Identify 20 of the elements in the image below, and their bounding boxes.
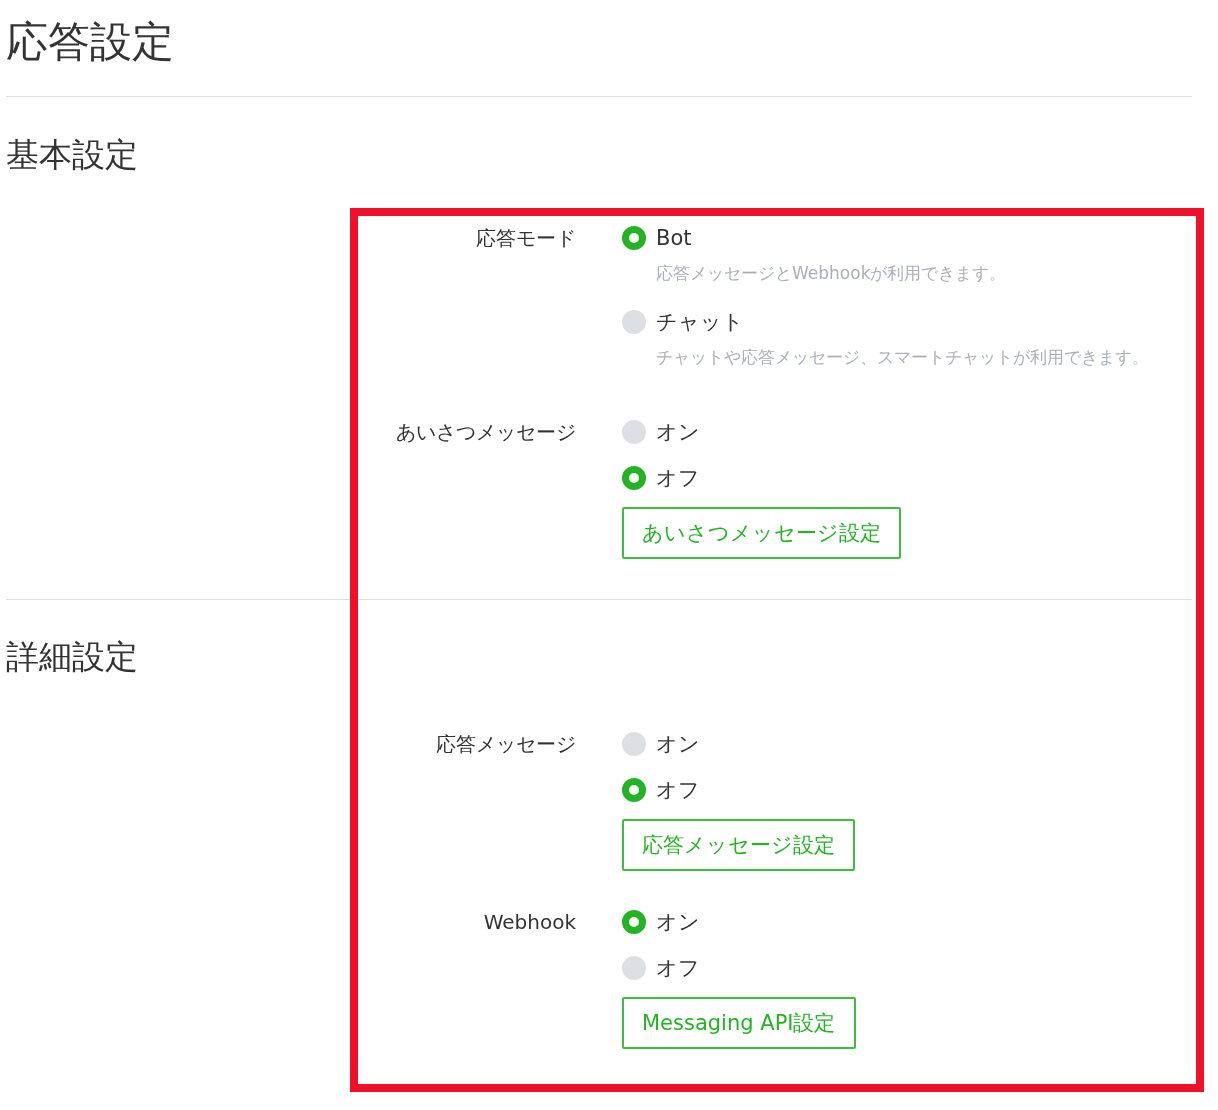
section-heading: 基本設定 <box>6 134 139 176</box>
page-title: 応答設定 <box>6 0 1192 97</box>
settings-button[interactable]: あいさつメッセージ設定 <box>622 507 901 559</box>
option-label: チャット <box>656 309 744 336</box>
settings-button[interactable]: 応答メッセージ設定 <box>622 819 855 871</box>
setting-label: 応答モード <box>476 226 576 250</box>
option-label: オン <box>656 909 700 936</box>
setting-label: Webhook <box>483 910 576 934</box>
option-label: オン <box>656 419 700 446</box>
setting-label: 応答メッセージ <box>436 732 576 756</box>
option-label: オフ <box>656 955 700 982</box>
section-heading: 詳細設定 <box>6 636 139 678</box>
settings-button[interactable]: Messaging API設定 <box>622 997 856 1049</box>
option-label: オン <box>656 731 700 758</box>
option-label: オフ <box>656 465 700 492</box>
setting-label: あいさつメッセージ <box>396 420 576 444</box>
option-description: 応答メッセージとWebhookが利用できます。 <box>656 263 1007 283</box>
option-label: Bot <box>656 226 692 250</box>
option-description: チャットや応答メッセージ、スマートチャットが利用できます。 <box>656 347 1149 367</box>
option-label: オフ <box>656 777 700 804</box>
